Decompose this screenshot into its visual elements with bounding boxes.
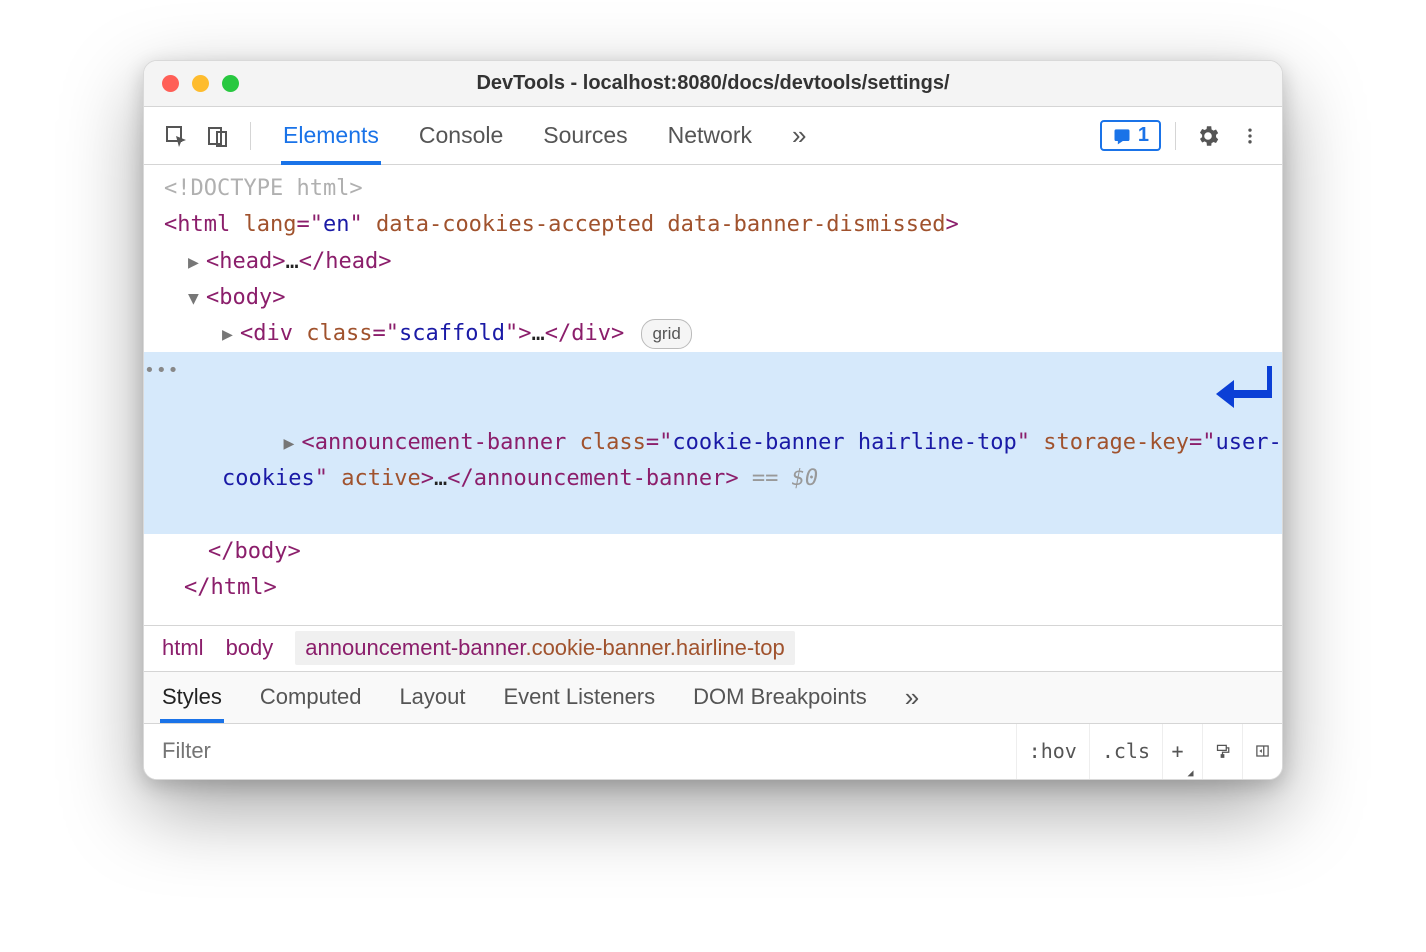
computed-sidebar-toggle-icon[interactable] [1242,724,1282,779]
subtab-computed[interactable]: Computed [260,672,362,723]
html-close-line[interactable]: </html> [164,570,1282,606]
kebab-menu-icon[interactable] [1232,118,1268,154]
tab-sources[interactable]: Sources [543,107,627,164]
styles-tabs: Styles Computed Layout Event Listeners D… [144,671,1282,723]
new-style-rule-button[interactable]: +◢ [1162,724,1202,779]
styles-filter-input[interactable] [144,724,1016,779]
collapse-arrow-icon[interactable]: ▼ [188,284,206,314]
grid-badge[interactable]: grid [641,319,691,349]
inspect-element-icon[interactable] [158,118,194,154]
html-open-line[interactable]: <html lang="en" data-cookies-accepted da… [164,207,1282,243]
crumb-body[interactable]: body [226,635,274,661]
expand-arrow-icon[interactable]: ▶ [283,429,301,459]
window-controls [162,75,239,92]
body-close-line[interactable]: </body> [164,534,1282,570]
window-title: DevTools - localhost:8080/docs/devtools/… [144,72,1282,95]
styles-toolbar: :hov .cls +◢ [144,723,1282,779]
doctype-line[interactable]: <!DOCTYPE html> [164,171,1282,207]
more-actions-icon[interactable]: ••• [144,356,180,386]
subtab-layout[interactable]: Layout [399,672,465,723]
issues-button[interactable]: 1 [1100,120,1161,151]
tab-more[interactable]: » [792,107,806,164]
selected-element-line[interactable]: ••• ▶<announcement-banner class="cookie-… [144,352,1282,533]
subtab-styles[interactable]: Styles [162,672,222,723]
issues-icon [1112,126,1132,146]
tab-console[interactable]: Console [419,107,503,164]
titlebar: DevTools - localhost:8080/docs/devtools/… [144,61,1282,107]
tab-network[interactable]: Network [668,107,752,164]
subtab-event-listeners[interactable]: Event Listeners [504,672,656,723]
tab-elements[interactable]: Elements [283,107,379,164]
devtools-window: DevTools - localhost:8080/docs/devtools/… [143,60,1283,780]
panel-tabs: Elements Console Sources Network » [283,107,806,164]
dom-tree[interactable]: <!DOCTYPE html> <html lang="en" data-coo… [144,165,1282,625]
hov-button[interactable]: :hov [1016,724,1089,779]
head-line[interactable]: ▶<head>…</head> [164,244,1282,280]
expand-arrow-icon[interactable]: ▶ [222,320,240,350]
annotation-arrow-icon [1212,359,1272,435]
cls-button[interactable]: .cls [1089,724,1162,779]
console-ref: == $0 [752,466,818,491]
subtab-dom-breakpoints[interactable]: DOM Breakpoints [693,672,867,723]
toolbar-separator [250,122,251,150]
close-window-button[interactable] [162,75,179,92]
minimize-window-button[interactable] [192,75,209,92]
subtab-more[interactable]: » [905,672,919,723]
toolbar-separator-2 [1175,122,1176,150]
settings-icon[interactable] [1190,118,1226,154]
zoom-window-button[interactable] [222,75,239,92]
body-open-line[interactable]: ▼<body> [164,280,1282,316]
paint-icon[interactable] [1202,724,1242,779]
crumb-selected[interactable]: announcement-banner.cookie-banner.hairli… [295,631,794,665]
div-scaffold-line[interactable]: ▶<div class="scaffold">…</div> grid [164,316,1282,352]
expand-arrow-icon[interactable]: ▶ [188,248,206,278]
main-toolbar: Elements Console Sources Network » 1 [144,107,1282,165]
device-toggle-icon[interactable] [200,118,236,154]
crumb-html[interactable]: html [162,635,204,661]
issues-count: 1 [1138,124,1149,147]
breadcrumb: html body announcement-banner.cookie-ban… [144,625,1282,671]
